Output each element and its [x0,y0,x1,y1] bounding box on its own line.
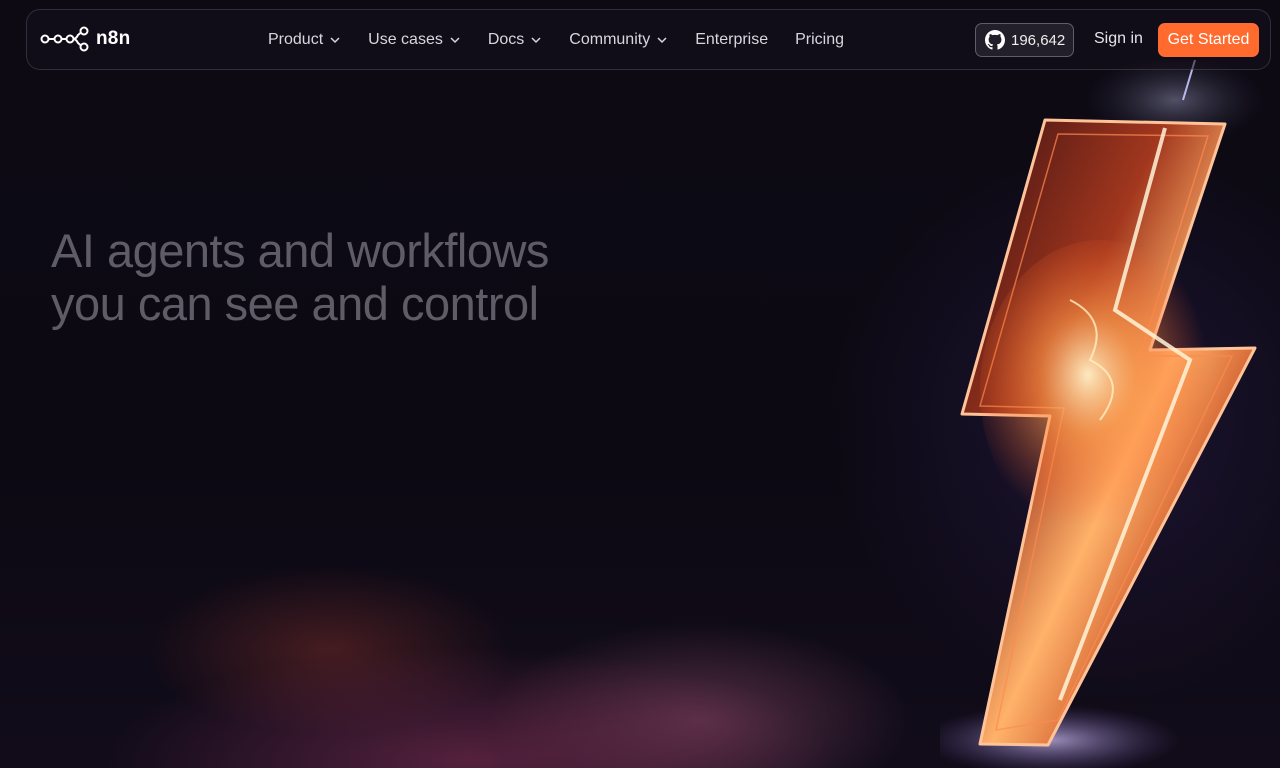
chevron-down-icon [450,37,460,44]
landing-page: n8n Product Use cases Docs Community Ent… [0,0,1280,768]
nav-item-label: Community [569,31,651,48]
main-nav: Product Use cases Docs Community Enterpr… [268,29,871,51]
chevron-down-icon [657,37,667,44]
github-stars-count: 196,642 [1011,31,1066,49]
nav-item-enterprise[interactable]: Enterprise [695,29,768,51]
nav-item-label: Enterprise [695,31,769,48]
github-stars-button[interactable]: 196,642 [975,23,1074,57]
nav-item-community[interactable]: Community [569,29,668,51]
top-navbar: n8n Product Use cases Docs Community Ent… [26,9,1271,70]
nav-item-use-cases[interactable]: Use cases [368,29,461,51]
hero-title: AI agents and workflows you can see and … [51,224,549,330]
nav-item-product[interactable]: Product [268,29,341,51]
nav-item-label: Product [268,31,324,48]
hero-title-line-2: you can see and control [51,277,539,330]
n8n-logo-icon [40,26,89,52]
lightning-bolt-illustration [940,60,1265,768]
sign-in-link[interactable]: Sign in [1094,30,1143,48]
chevron-down-icon [330,37,340,44]
brand-name: n8n [96,28,131,49]
nav-item-label: Pricing [795,31,845,48]
nav-item-pricing[interactable]: Pricing [795,29,844,51]
github-icon [985,30,1005,50]
nav-item-docs[interactable]: Docs [488,29,542,51]
get-started-button[interactable]: Get Started [1158,23,1259,57]
chevron-down-icon [531,37,541,44]
brand-logo[interactable]: n8n [40,26,130,52]
nav-item-label: Docs [487,31,525,48]
hero-title-line-1: AI agents and workflows [51,224,549,277]
nav-item-label: Use cases [368,31,443,48]
